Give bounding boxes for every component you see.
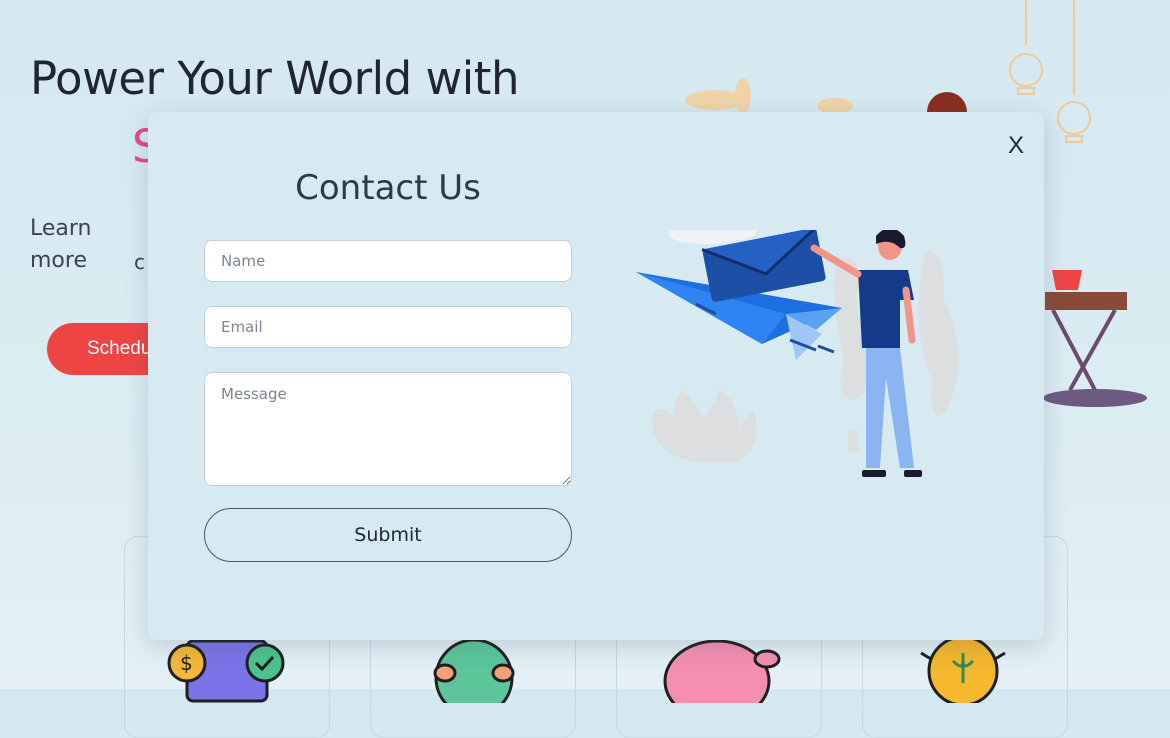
contact-illustration [636, 230, 959, 477]
email-field[interactable] [204, 306, 572, 348]
plant-decor-icon [685, 78, 853, 114]
globe-icon [433, 638, 515, 703]
name-field[interactable] [204, 240, 572, 282]
person-figure [810, 230, 922, 477]
close-button[interactable]: X [1004, 132, 1028, 159]
contact-modal: X Contact Us Submit [148, 112, 1044, 640]
hero-title: Power Your World with [30, 52, 519, 105]
money-check-icon: $ [167, 639, 285, 703]
plant-shape [652, 390, 757, 462]
table-decor-icon [1043, 270, 1147, 407]
hero-subtitle-line2: c [134, 250, 145, 274]
modal-title: Contact Us [295, 168, 481, 208]
lightbulb-icon [920, 635, 1006, 703]
svg-text:$: $ [180, 651, 193, 675]
submit-button[interactable]: Submit [204, 508, 572, 562]
hero-subtitle: Learn more [30, 216, 92, 273]
piggy-bank-icon [663, 639, 781, 703]
message-field[interactable] [204, 372, 572, 486]
